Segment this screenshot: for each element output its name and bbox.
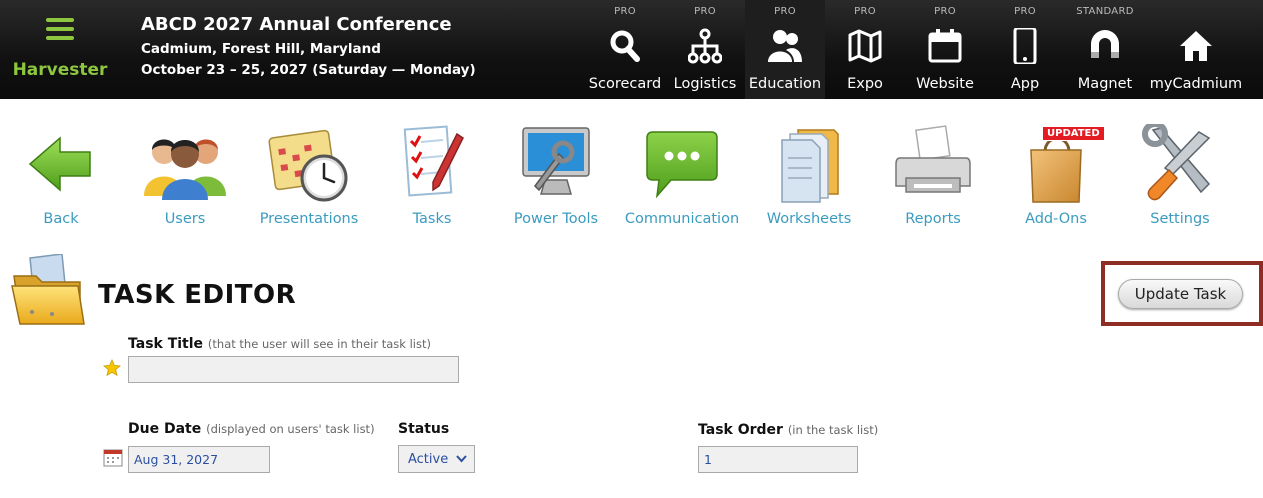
- tool-settings[interactable]: Settings: [1118, 122, 1242, 232]
- module-nav: PRO Scorecard PRO Logistics PRO Educatio…: [585, 0, 1247, 99]
- task-title-input[interactable]: [128, 356, 459, 383]
- nav-label: Logistics: [673, 76, 737, 92]
- nav-tier: PRO: [934, 6, 956, 17]
- chat-bubble-icon: [646, 131, 718, 199]
- brand-menu[interactable]: Harvester: [0, 0, 120, 99]
- tool-back[interactable]: Back: [0, 122, 123, 232]
- nav-tier: PRO: [1014, 6, 1036, 17]
- nav-label: Magnet: [1077, 76, 1133, 92]
- calendar-clock-icon: [268, 129, 348, 202]
- tool-label: Communication: [624, 211, 740, 227]
- conference-info: ABCD 2027 Annual Conference Cadmium, For…: [141, 14, 476, 78]
- chevron-down-icon: [456, 455, 467, 463]
- nav-item-app[interactable]: PRO App: [985, 0, 1065, 99]
- tool-label: Back: [43, 211, 79, 227]
- conference-title: ABCD 2027 Annual Conference: [141, 14, 452, 35]
- tool-users[interactable]: Users: [123, 122, 247, 232]
- task-title-label: Task Title (that the user will see in th…: [128, 336, 431, 352]
- task-order-label-text: Task Order: [698, 422, 783, 438]
- tool-label: Tasks: [412, 211, 452, 227]
- nav-tier: PRO: [854, 6, 876, 17]
- users-icon: [144, 139, 226, 200]
- nav-item-scorecard[interactable]: PRO Scorecard: [585, 0, 665, 99]
- page-title: TASK EDITOR: [98, 280, 297, 310]
- due-date-input[interactable]: [128, 446, 270, 473]
- documents-icon: [781, 129, 839, 203]
- monitor-wrench-icon: [522, 127, 590, 195]
- nav-tier: PRO: [774, 6, 796, 17]
- conference-dates: October 23 – 25, 2027 (Saturday — Monday…: [141, 62, 476, 78]
- nav-item-expo[interactable]: PRO Expo: [825, 0, 905, 99]
- star-icon: [103, 359, 121, 377]
- checklist-icon: [403, 125, 464, 197]
- tool-add-ons[interactable]: UPDATED Add-Ons: [994, 122, 1118, 232]
- due-date-hint: (displayed on users' task list): [206, 422, 375, 436]
- tool-label: Add-Ons: [1025, 211, 1087, 227]
- top-navigation-bar: Harvester ABCD 2027 Annual Conference Ca…: [0, 0, 1263, 99]
- tool-presentations[interactable]: Presentations: [247, 122, 371, 232]
- task-title-label-text: Task Title: [128, 336, 204, 352]
- network-icon: [688, 28, 722, 64]
- task-order-label: Task Order (in the task list): [698, 422, 878, 438]
- status-select[interactable]: Active: [398, 445, 475, 473]
- printer-icon: [895, 125, 971, 193]
- nav-label: Expo: [847, 76, 883, 92]
- brand-name: Harvester: [12, 60, 108, 80]
- map-icon: [848, 29, 882, 63]
- calendar-icon[interactable]: [103, 448, 123, 467]
- magnet-icon: [1091, 30, 1119, 58]
- nav-label: Website: [916, 76, 974, 92]
- people-icon: [768, 30, 802, 62]
- due-date-label-text: Due Date: [128, 421, 202, 437]
- nav-label: App: [1010, 76, 1040, 92]
- update-task-button[interactable]: Update Task: [1118, 279, 1243, 309]
- conference-location: Cadmium, Forest Hill, Maryland: [141, 41, 381, 57]
- tool-label: Settings: [1150, 211, 1210, 227]
- status-label: Status: [398, 421, 450, 437]
- tool-row: Back Users Presentations Tasks Power Too…: [0, 122, 1263, 232]
- folder-icon: [11, 254, 85, 325]
- tool-tasks[interactable]: Tasks: [370, 122, 494, 232]
- task-title-hint: (that the user will see in their task li…: [207, 337, 431, 351]
- tool-power-tools[interactable]: Power Tools: [494, 122, 618, 232]
- tool-label: Presentations: [259, 211, 359, 227]
- tool-worksheets[interactable]: Worksheets: [747, 122, 871, 232]
- back-arrow-icon: [28, 136, 91, 192]
- nav-label: Scorecard: [588, 76, 662, 92]
- nav-item-education[interactable]: PRO Education: [745, 0, 825, 99]
- nav-label: Education: [748, 76, 822, 92]
- tool-label: Reports: [905, 211, 961, 227]
- task-order-input[interactable]: [698, 446, 858, 473]
- search-icon: [610, 30, 640, 62]
- tool-label: Users: [164, 211, 206, 227]
- due-date-label: Due Date (displayed on users' task list): [128, 421, 375, 437]
- phone-icon: [1013, 28, 1037, 64]
- nav-item-website[interactable]: PRO Website: [905, 0, 985, 99]
- tool-label: Power Tools: [513, 211, 599, 227]
- tool-label: Worksheets: [766, 211, 852, 227]
- task-order-hint: (in the task list): [787, 423, 879, 437]
- nav-label: myCadmium: [1149, 76, 1243, 92]
- nav-tier: STANDARD: [1076, 6, 1134, 17]
- nav-tier: PRO: [614, 6, 636, 17]
- nav-item-logistics[interactable]: PRO Logistics: [665, 0, 745, 99]
- nav-item-mycadmium[interactable]: myCadmium: [1145, 0, 1247, 99]
- nav-tier: PRO: [694, 6, 716, 17]
- calendar-icon: [928, 29, 962, 63]
- tool-communication[interactable]: Communication: [620, 122, 744, 232]
- nav-item-magnet[interactable]: STANDARD Magnet: [1065, 0, 1145, 99]
- updated-badge: UPDATED: [1042, 126, 1105, 141]
- status-selected-value: Active: [408, 452, 449, 467]
- hamburger-menu-icon[interactable]: [46, 18, 74, 40]
- tools-icon: [1142, 124, 1211, 201]
- home-icon: [1180, 31, 1212, 61]
- tool-reports[interactable]: Reports: [871, 122, 995, 232]
